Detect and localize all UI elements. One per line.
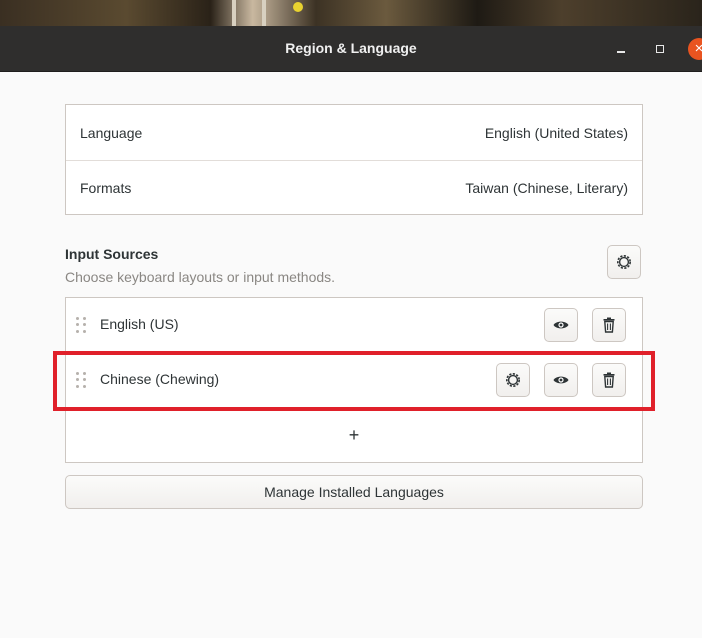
- remove-source-button[interactable]: [592, 308, 626, 342]
- trash-icon: [603, 372, 615, 388]
- input-sources-list: English (US) Chinese (Chewing) +: [65, 297, 643, 463]
- drag-handle-icon[interactable]: [76, 372, 86, 388]
- input-source-row[interactable]: Chinese (Chewing): [66, 353, 642, 408]
- language-formats-list: Language English (United States) Formats…: [65, 104, 643, 215]
- preview-layout-button[interactable]: [544, 363, 578, 397]
- formats-value: Taiwan (Chinese, Literary): [465, 180, 628, 196]
- window-title: Region & Language: [285, 40, 417, 56]
- window-titlebar[interactable]: Region & Language ×: [0, 26, 702, 72]
- manage-installed-languages-button[interactable]: Manage Installed Languages: [65, 475, 643, 509]
- maximize-button[interactable]: [649, 38, 671, 60]
- wallpaper-detail: [262, 0, 266, 26]
- source-settings-button[interactable]: [496, 363, 530, 397]
- language-row[interactable]: Language English (United States): [66, 105, 642, 160]
- input-source-row[interactable]: English (US): [66, 298, 642, 353]
- input-sources-title: Input Sources: [65, 246, 159, 262]
- desktop-wallpaper: [0, 0, 702, 26]
- add-input-source-button[interactable]: +: [66, 408, 642, 463]
- wallpaper-detail: [293, 2, 303, 12]
- gear-icon: [617, 255, 631, 269]
- preview-layout-button[interactable]: [544, 308, 578, 342]
- gear-icon: [506, 373, 520, 387]
- eye-icon: [553, 376, 569, 384]
- add-icon: +: [348, 425, 360, 445]
- input-sources-subtitle: Choose keyboard layouts or input methods…: [65, 269, 336, 285]
- wallpaper-detail: [232, 0, 236, 26]
- input-source-label: English (US): [100, 316, 179, 332]
- region-language-panel: Language English (United States) Formats…: [0, 72, 702, 638]
- close-icon: ×: [694, 40, 702, 57]
- formats-row[interactable]: Formats Taiwan (Chinese, Literary): [66, 160, 642, 215]
- eye-icon: [553, 321, 569, 329]
- minimize-button[interactable]: [610, 38, 632, 60]
- trash-icon: [603, 317, 615, 333]
- input-source-label: Chinese (Chewing): [100, 371, 220, 387]
- language-value: English (United States): [484, 124, 628, 141]
- minimize-icon: [617, 51, 625, 53]
- language-label: Language: [80, 124, 143, 141]
- close-button[interactable]: ×: [688, 38, 702, 60]
- maximize-icon: [656, 45, 664, 53]
- input-sources-options-button[interactable]: [607, 245, 641, 279]
- remove-source-button[interactable]: [592, 363, 626, 397]
- drag-handle-icon[interactable]: [76, 317, 86, 333]
- formats-label: Formats: [80, 180, 132, 196]
